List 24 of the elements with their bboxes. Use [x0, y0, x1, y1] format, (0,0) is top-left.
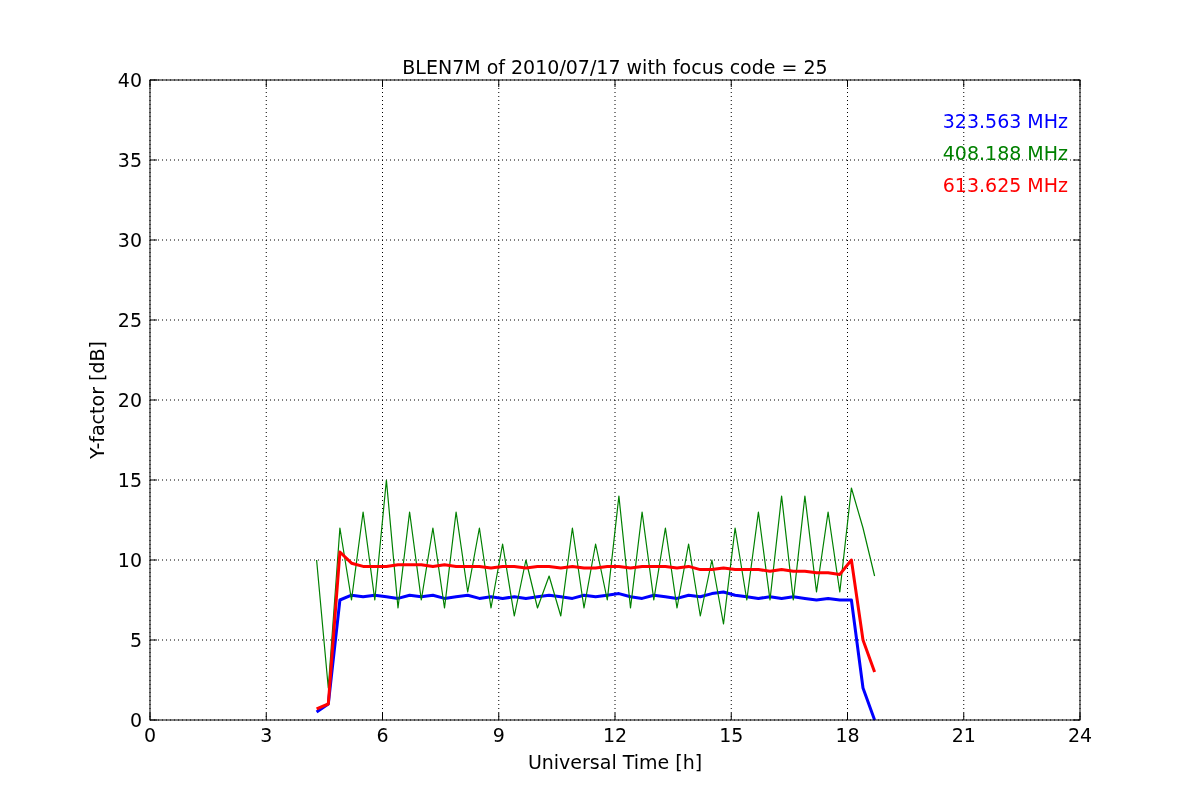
x-tick-label: 24 — [1067, 724, 1093, 746]
x-tick-label: 12 — [602, 724, 628, 746]
chart-title: BLEN7M of 2010/07/17 with focus code = 25 — [402, 56, 828, 78]
x-tick-label: 0 — [143, 724, 157, 746]
y-tick-label: 15 — [117, 469, 142, 491]
y-tick-label: 35 — [117, 149, 142, 171]
y-tick-label: 40 — [117, 69, 142, 91]
x-axis-label: Universal Time [h] — [527, 751, 703, 773]
y-axis-label: Y-factor [dB] — [86, 341, 108, 459]
y-tick-label: 20 — [117, 389, 142, 411]
x-tick-label: 6 — [376, 724, 389, 746]
x-tick-label: 15 — [719, 724, 744, 746]
legend-label: 408.188 MHz — [942, 142, 1068, 164]
y-tick-label: 0 — [129, 709, 142, 731]
x-tick-label: 21 — [951, 724, 976, 746]
x-tick-label: 3 — [260, 724, 273, 746]
y-tick-label: 25 — [117, 309, 142, 331]
y-tick-label: 5 — [129, 629, 142, 651]
y-tick-label: 30 — [117, 229, 142, 251]
x-tick-label: 18 — [835, 724, 860, 746]
legend-label: 323.563 MHz — [942, 110, 1068, 132]
x-tick-label: 9 — [492, 724, 505, 746]
y-tick-label: 10 — [117, 549, 142, 571]
legend-label: 613.625 MHz — [942, 174, 1068, 196]
